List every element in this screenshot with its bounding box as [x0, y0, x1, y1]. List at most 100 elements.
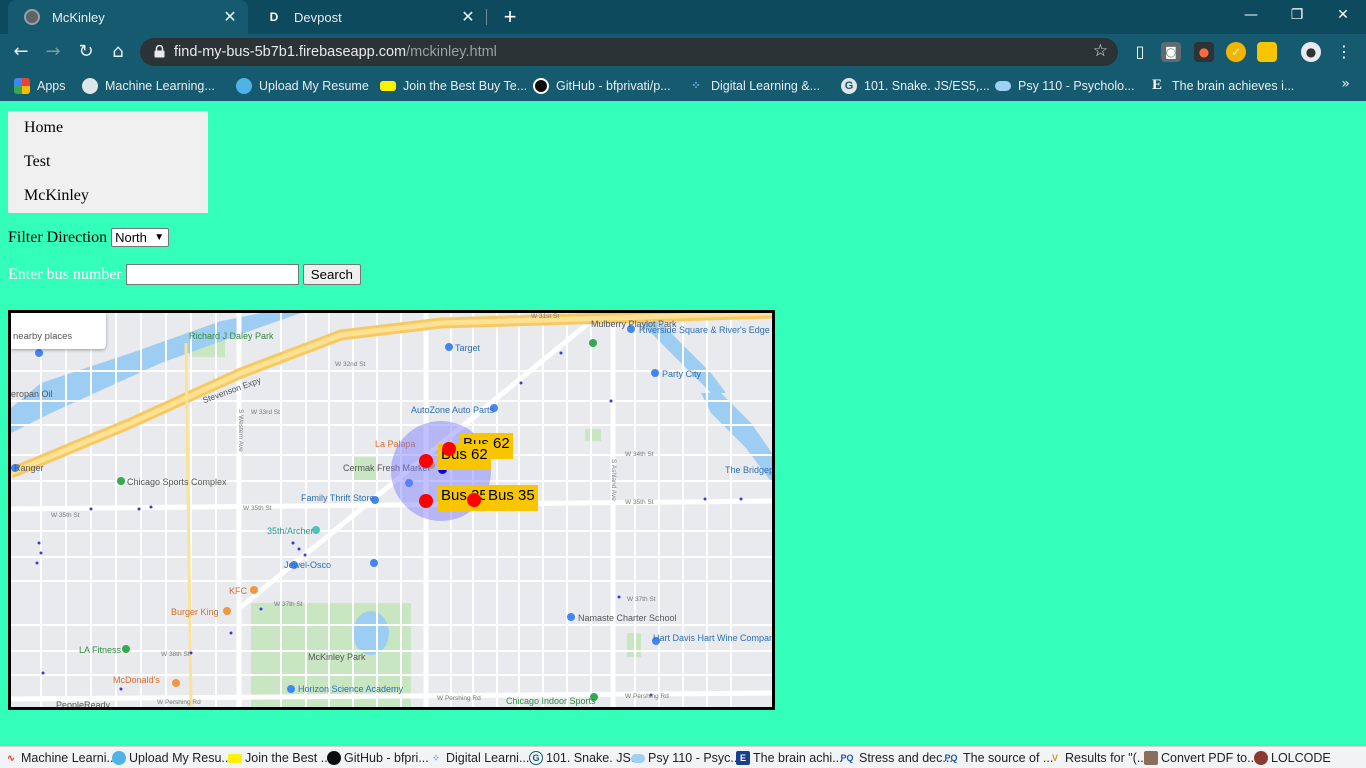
bottom-bookmark[interactable]: Join the Best ...: [228, 747, 331, 768]
apps-grid-icon: [14, 77, 30, 94]
bookmark-item[interactable]: GitHub - bfprivati/p...: [533, 70, 671, 101]
dots-icon: ⁘: [691, 80, 701, 92]
v-icon: V: [1051, 753, 1058, 763]
bus-map[interactable]: nearby places Mulberry Playlot Park Rive…: [8, 310, 775, 710]
tab-devpost[interactable]: D Devpost ✕: [250, 0, 486, 34]
forward-icon[interactable]: →: [40, 39, 66, 65]
bottom-bookmark[interactable]: ⁘ Digital Learni...: [429, 747, 529, 768]
bottom-bookmark[interactable]: LOLCODE: [1254, 747, 1331, 768]
bus-marker[interactable]: [419, 494, 433, 508]
devpost-icon: D: [269, 10, 279, 24]
url-text: find-my-bus-5b7b1.firebaseapp.com/mckinl…: [174, 44, 497, 60]
bus-marker[interactable]: [419, 454, 433, 468]
bus-number-input[interactable]: [125, 264, 299, 285]
bottom-bookmark[interactable]: Psy 110 - Psyc...: [631, 747, 741, 768]
bottom-bookmark[interactable]: G 101. Snake. JS...: [529, 747, 641, 768]
address-bar[interactable]: find-my-bus-5b7b1.firebaseapp.com/mckinl…: [140, 38, 1118, 66]
tab-separator: [486, 9, 487, 25]
bottom-bookmark-strip: ∿ Machine Learni... Upload My Resu... Joi…: [0, 746, 1366, 768]
bus-label: Bus 35: [438, 485, 491, 511]
chevron-down-icon: ▼: [154, 232, 165, 243]
map-street-label: W 33rd St: [251, 409, 280, 416]
bookmark-item[interactable]: Join the Best Buy Te...: [380, 70, 527, 101]
rec-extension-icon[interactable]: ●: [1194, 42, 1214, 62]
bottom-bookmark[interactable]: PQ The source of ...: [942, 747, 1053, 768]
bookmark-item[interactable]: E The brain achieves i...: [1149, 70, 1294, 101]
bottom-bookmark[interactable]: Convert PDF to...: [1144, 747, 1258, 768]
bus-marker[interactable]: [467, 493, 481, 507]
db-icon: [236, 77, 252, 94]
menu-kebab-icon[interactable]: ⋮: [1334, 42, 1354, 62]
globe-icon: ∿: [7, 752, 15, 763]
notes-extension-icon[interactable]: [1257, 42, 1277, 62]
map-street-label: W 31st St: [531, 313, 560, 320]
reload-icon[interactable]: ↻: [73, 39, 99, 65]
bookmark-item[interactable]: Psy 110 - Psycholo...: [995, 70, 1135, 101]
filter-direction-label: Filter Direction: [8, 228, 108, 246]
cloud-icon: [631, 753, 645, 763]
bottom-bookmark[interactable]: Upload My Resu...: [112, 747, 232, 768]
bookmark-item[interactable]: Upload My Resume: [236, 70, 369, 101]
filter-row: Filter Direction North ▼: [8, 228, 170, 247]
g-icon: G: [841, 77, 857, 94]
bus-label: Bus 35: [485, 485, 538, 511]
bookmark-apps[interactable]: Apps: [14, 70, 66, 101]
bestbuy-tag-icon: [228, 753, 242, 763]
bottom-bookmark[interactable]: PQ Stress and dec...: [838, 747, 952, 768]
map-place-label: Family Thrift Store: [301, 493, 375, 503]
nav-mckinley-link[interactable]: McKinley: [8, 179, 208, 213]
bottom-bookmark[interactable]: ∿ Machine Learni...: [4, 747, 117, 768]
back-icon[interactable]: ←: [8, 39, 34, 65]
extension-icon[interactable]: ✓: [1226, 42, 1246, 62]
bus-marker[interactable]: [442, 442, 456, 456]
map-place-label: McKinley Park: [308, 652, 366, 662]
bookmark-item[interactable]: Machine Learning...: [82, 70, 215, 101]
map-street-label: W Pershing Rd: [157, 699, 201, 706]
map-street-label: W 35th St: [625, 499, 654, 506]
tab-close-icon[interactable]: ✕: [222, 7, 238, 27]
bookmark-manager-icon[interactable]: ▯: [1130, 42, 1150, 62]
camera-icon[interactable]: ◙: [1161, 42, 1181, 62]
bookmarks-overflow-icon[interactable]: »: [1341, 76, 1350, 92]
tab-strip: McKinley ✕ D Devpost ✕ + — ❐ ✕: [0, 0, 1366, 34]
direction-select[interactable]: North ▼: [111, 228, 170, 247]
map-place-label: 35th/Archer: [267, 526, 314, 536]
nav-home-link[interactable]: Home: [8, 111, 208, 145]
bookmark-star-icon[interactable]: ☆: [1093, 41, 1108, 61]
lock-icon: [154, 45, 165, 58]
cloud-icon: [995, 80, 1011, 91]
bookmark-item[interactable]: G 101. Snake. JS/ES5,...: [841, 70, 990, 101]
bottom-bookmark[interactable]: V Results for "(...: [1048, 747, 1147, 768]
map-place-label: Namaste Charter School: [578, 613, 677, 623]
e-icon: E: [1151, 77, 1162, 93]
map-place-label: Riverside Square & River's Edge: [639, 325, 770, 335]
pq-icon: PQ: [840, 753, 854, 763]
map-place-label: McDonald's: [113, 675, 160, 685]
github-icon: [327, 751, 341, 765]
bookmark-item[interactable]: ⁘ Digital Learning &...: [688, 70, 820, 101]
search-button[interactable]: Search: [302, 264, 361, 285]
e-icon: E: [736, 751, 750, 765]
bottom-bookmark[interactable]: GitHub - bfpri...: [327, 747, 429, 768]
map-search-tip[interactable]: nearby places: [11, 313, 106, 349]
map-street-label: S Western Ave: [237, 409, 244, 452]
map-place-label: Target: [455, 343, 481, 353]
map-place-label: Chicago Sports Complex: [127, 477, 227, 487]
bottom-bookmark[interactable]: E The brain achi...: [736, 747, 843, 768]
nav-test-link[interactable]: Test: [8, 145, 208, 179]
site-nav: Home Test McKinley: [8, 111, 208, 213]
tab-close-icon[interactable]: ✕: [460, 7, 476, 27]
restore-button[interactable]: ❐: [1274, 0, 1320, 30]
tab-title: Devpost: [294, 9, 342, 25]
map-place-label: LA Fitness: [79, 645, 122, 655]
map-place-label: AutoZone Auto Parts: [411, 405, 495, 415]
map-place-label: Horizon Science Academy: [298, 684, 404, 694]
tab-mckinley[interactable]: McKinley ✕: [8, 0, 248, 34]
new-tab-button[interactable]: +: [498, 3, 522, 31]
minimize-button[interactable]: —: [1228, 0, 1274, 30]
home-icon[interactable]: ⌂: [105, 39, 131, 65]
profile-avatar[interactable]: ●: [1301, 42, 1321, 62]
globe-icon: [24, 9, 40, 25]
window-close-button[interactable]: ✕: [1320, 0, 1366, 30]
lol-icon: [1254, 751, 1268, 765]
